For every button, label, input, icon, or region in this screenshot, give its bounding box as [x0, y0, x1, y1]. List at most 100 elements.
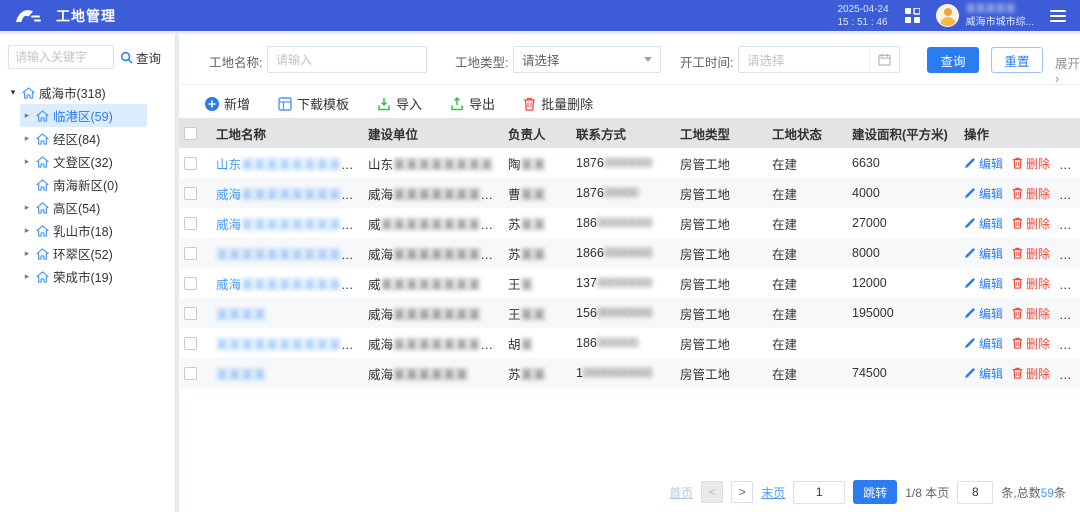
site-name-link[interactable]: 威海某某某某某某某某某某某某某某 — [216, 218, 363, 232]
last-page-link[interactable]: 末页 — [761, 484, 785, 501]
tree-item-高区[interactable]: ▸高区(54) — [20, 196, 147, 219]
delete-button[interactable]: 删除 — [1012, 305, 1050, 322]
caret-icon[interactable]: ▸ — [22, 133, 32, 144]
area-cell: 27000 — [847, 208, 959, 238]
delete-button[interactable]: 删除 — [1012, 365, 1050, 382]
site-name-link[interactable]: 威海某某某某某某某某某某某某某某 — [216, 278, 363, 292]
tree-item-临港区[interactable]: ▸ 临港区(59) — [20, 104, 147, 127]
reset-button[interactable]: 重置 — [991, 47, 1043, 73]
row-checkbox[interactable] — [184, 247, 197, 260]
row-checkbox[interactable] — [184, 187, 197, 200]
page-number-input[interactable] — [793, 481, 845, 504]
table-row: 威海某某某某某某某某某某某某威海某某某某某某某某某曹某某187600000房管工… — [179, 178, 1080, 208]
site-name-input[interactable] — [267, 46, 427, 73]
sidebar-search-button[interactable]: 查询 — [120, 48, 161, 67]
edit-button[interactable]: 编辑 — [964, 365, 1003, 382]
tree-item-环翠区[interactable]: ▸环翠区(52) — [20, 242, 147, 265]
prev-page-button[interactable]: < — [701, 481, 723, 503]
caret-icon[interactable]: ▸ — [22, 202, 32, 213]
delete-button[interactable]: 删除 — [1012, 185, 1050, 202]
area-cell: 8000 — [847, 238, 959, 268]
start-time-picker[interactable]: 请选择 — [738, 46, 900, 73]
sidebar: 查询 ▾威海市(318)▸临港区(59)▸经区(84)▸文登区(32)南海新区(… — [0, 34, 176, 512]
batch-delete-button[interactable]: 批量删除 — [523, 94, 593, 113]
expand-link[interactable]: 展开 › — [1055, 53, 1080, 86]
edit-button[interactable]: 编辑 — [964, 245, 1003, 262]
edit-button[interactable]: 编辑 — [964, 305, 1003, 322]
tree-item-label: 临港区(59) — [53, 106, 113, 125]
plus-circle-icon — [205, 97, 219, 111]
edit-button[interactable]: 编辑 — [964, 335, 1003, 352]
row-checkbox[interactable] — [184, 217, 197, 230]
download-template-button[interactable]: 下载模板 — [278, 94, 349, 113]
tree-item-经区[interactable]: ▸经区(84) — [20, 127, 147, 150]
reset-button-label: 重置 — [1004, 51, 1029, 70]
caret-icon[interactable]: ▸ — [22, 248, 32, 259]
add-button-label: 新增 — [224, 94, 250, 113]
col-phone: 联系方式 — [571, 118, 675, 148]
hamburger-menu-icon[interactable] — [1050, 10, 1066, 22]
import-button-label: 导入 — [396, 94, 422, 113]
first-page-link[interactable]: 首页 — [669, 484, 693, 501]
avatar[interactable] — [936, 4, 959, 27]
export-icon — [450, 97, 464, 111]
page-size-input[interactable] — [957, 481, 993, 504]
delete-button[interactable]: 删除 — [1012, 245, 1050, 262]
delete-button[interactable]: 删除 — [1012, 155, 1050, 172]
delete-icon — [1012, 277, 1023, 289]
delete-button[interactable]: 删除 — [1012, 275, 1050, 292]
unit-cell: 山东某某某某某某某某 — [363, 148, 503, 178]
site-name-link[interactable]: 威海某某某某某某某某某某某某 — [216, 188, 363, 202]
row-checkbox[interactable] — [184, 367, 197, 380]
site-name-link[interactable]: 山东某某某某某某某某某某某某 — [216, 158, 363, 172]
add-button[interactable]: 新增 — [205, 94, 250, 113]
area-cell: 74500 — [847, 358, 959, 388]
next-page-button[interactable]: > — [731, 481, 753, 503]
import-button[interactable]: 导入 — [377, 94, 422, 113]
tree-item-威海市[interactable]: ▾威海市(318) — [6, 81, 147, 104]
site-name-link[interactable]: 某某某某某某某某某某某某某 — [216, 338, 363, 352]
tree-item-南海新区[interactable]: 南海新区(0) — [20, 173, 147, 196]
col-type: 工地类型 — [675, 118, 767, 148]
row-checkbox[interactable] — [184, 307, 197, 320]
query-button[interactable]: 查询 — [927, 47, 979, 73]
home-icon — [36, 110, 49, 122]
user-info[interactable]: 某某某某某 威海市城市综... — [966, 3, 1034, 29]
phone-cell: 10000000000 — [571, 358, 675, 388]
delete-button[interactable]: 删除 — [1012, 335, 1050, 352]
site-name-link[interactable]: 某某某某 — [216, 368, 266, 382]
tree-item-文登区[interactable]: ▸ 文登区(32) — [20, 150, 147, 173]
main-panel: 工地名称: 工地类型: 请选择 开工时间: 请选择 查询 重置 展开 › — [179, 34, 1080, 512]
select-all-checkbox[interactable] — [184, 127, 197, 140]
keyword-search-input[interactable] — [8, 45, 114, 69]
export-button[interactable]: 导出 — [450, 94, 495, 113]
tree-item-乳山市[interactable]: ▸乳山市(18) — [20, 219, 147, 242]
caret-icon[interactable]: ▸ — [22, 225, 32, 236]
apps-grid-icon[interactable] — [905, 8, 920, 23]
delete-button[interactable]: 删除 — [1012, 215, 1050, 232]
person-cell: 苏某某 — [503, 238, 571, 268]
jump-button[interactable]: 跳转 — [853, 480, 897, 504]
edit-button[interactable]: 编辑 — [964, 275, 1003, 292]
row-checkbox[interactable] — [184, 157, 197, 170]
caret-icon[interactable]: ▸ — [22, 110, 32, 121]
type-cell: 房管工地 — [675, 208, 767, 238]
edit-button[interactable]: 编辑 — [964, 185, 1003, 202]
row-checkbox[interactable] — [184, 277, 197, 290]
tree-item-荣成市[interactable]: ▸荣成市(19) — [20, 265, 147, 288]
site-name-link[interactable]: 某某某某某某某某某某某某某 — [216, 248, 363, 262]
row-checkbox[interactable] — [184, 337, 197, 350]
edit-button[interactable]: 编辑 — [964, 215, 1003, 232]
caret-icon[interactable]: ▸ — [22, 271, 32, 282]
caret-icon[interactable]: ▸ — [22, 156, 32, 167]
app-header: 工地管理 2025-04-24 15 : 51 : 46 某某某某某 威海市城市… — [0, 0, 1080, 31]
edit-button[interactable]: 编辑 — [964, 155, 1003, 172]
site-name-link[interactable]: 某某某某 — [216, 308, 266, 322]
calendar-icon — [869, 47, 891, 72]
district-tree: ▾威海市(318)▸临港区(59)▸经区(84)▸文登区(32)南海新区(0)▸… — [0, 77, 175, 288]
col-actions: 操作 — [959, 118, 1080, 148]
site-type-select[interactable]: 请选择 — [513, 46, 661, 73]
tree-item-label: 文登区(32) — [53, 152, 113, 171]
caret-icon[interactable]: ▾ — [8, 87, 18, 98]
toolbar: 新增 下载模板 导入 — [205, 94, 593, 113]
